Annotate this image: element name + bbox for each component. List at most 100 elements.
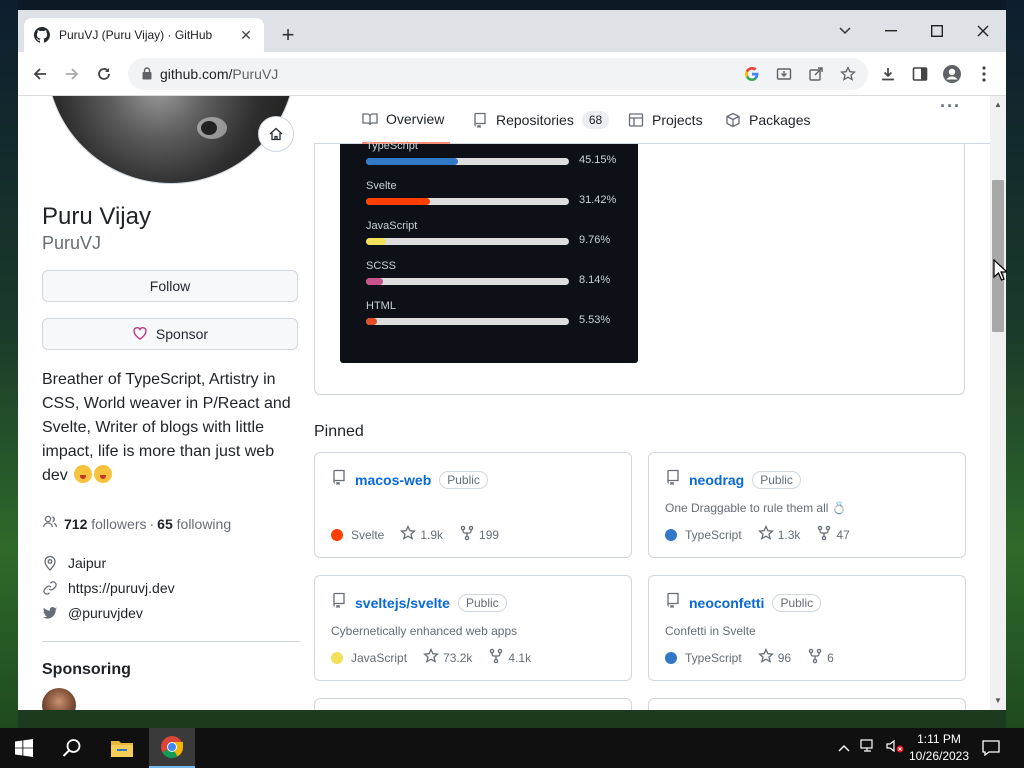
scroll-down-arrow-icon[interactable]: ▼: [994, 696, 1002, 705]
repo-language-name: JavaScript: [351, 650, 408, 665]
website-item[interactable]: https://puruvj.dev: [42, 580, 175, 596]
stars-count: 1.3k: [777, 527, 801, 542]
repo-stars[interactable]: 73.2k: [422, 647, 473, 667]
pinned-repo-card: neodrag Public One Draggable to rule the…: [648, 452, 966, 558]
desktop-background-right: [1006, 0, 1024, 730]
kebab-menu-icon[interactable]: [972, 62, 996, 86]
scrollbar-thumb[interactable]: [992, 180, 1004, 332]
reload-button[interactable]: [92, 62, 116, 86]
lang-bar: [366, 198, 569, 205]
taskbar-clock[interactable]: 1:11 PM 10/26/2023: [900, 731, 978, 765]
tab-overview-label: Overview: [386, 111, 445, 127]
repo-link[interactable]: sveltejs/svelte: [355, 595, 450, 611]
tab-repositories-label: Repositories: [496, 112, 574, 128]
following-link[interactable]: 65 following: [157, 516, 231, 532]
book-icon: [362, 111, 378, 127]
scroll-up-arrow-icon[interactable]: ▲: [994, 100, 1002, 109]
forks-count: 6: [827, 650, 834, 665]
repo-stars[interactable]: 96: [757, 647, 791, 667]
more-tabs-button[interactable]: ···: [940, 96, 961, 117]
back-button[interactable]: [28, 62, 52, 86]
repo-forks[interactable]: 199: [459, 525, 499, 544]
language-color-dot: [331, 651, 343, 664]
follow-button[interactable]: Follow: [42, 270, 298, 302]
location-text: Jaipur: [68, 555, 107, 571]
language-color-dot: [665, 651, 677, 664]
top-languages-card: TypeScript 45.15% Svelte 31.42% JavaScri…: [340, 140, 638, 363]
status-home-icon[interactable]: [258, 116, 294, 152]
lang-percent: 5.53%: [579, 314, 611, 326]
sponsored-user-avatar[interactable]: [42, 688, 76, 710]
search-icon[interactable]: [50, 728, 94, 768]
side-panel-icon[interactable]: [908, 62, 932, 86]
repo-language: TypeScript: [665, 528, 742, 542]
maximize-button[interactable]: [914, 16, 960, 46]
stars-count: 73.2k: [443, 650, 473, 665]
repo-stars[interactable]: 1.3k: [757, 524, 801, 544]
tab-repositories[interactable]: Repositories 68: [472, 96, 610, 144]
following-label: following: [176, 515, 232, 532]
followers-link[interactable]: 712 followers: [64, 516, 147, 532]
lang-bar-fill: [366, 158, 458, 165]
repo-language-name: TypeScript: [685, 650, 742, 665]
repo-link[interactable]: macos-web: [355, 472, 431, 488]
repo-language-name: Svelte: [351, 527, 385, 542]
close-window-button[interactable]: [960, 16, 1006, 46]
tab-search-icon[interactable]: [822, 16, 868, 46]
lock-icon: [142, 67, 152, 85]
website-link[interactable]: https://puruvj.dev: [68, 580, 175, 596]
sponsor-button[interactable]: Sponsor: [42, 318, 298, 350]
profile-avatar-icon[interactable]: [940, 62, 964, 86]
tab-strip: PuruVJ (Puru Vijay) · GitHub ✕ +: [18, 10, 1006, 52]
repo-forks[interactable]: 47: [816, 525, 850, 544]
repo-language: JavaScript: [331, 651, 407, 665]
repo-forks[interactable]: 4.1k: [488, 648, 531, 667]
repo-description: Confetti in Svelte: [665, 624, 756, 638]
repo-link[interactable]: neoconfetti: [689, 595, 764, 611]
close-tab-icon[interactable]: ✕: [238, 27, 254, 43]
package-icon: [725, 112, 741, 128]
repo-link[interactable]: neodrag: [689, 472, 744, 488]
repo-language: Svelte: [331, 528, 384, 542]
downloads-icon[interactable]: [876, 62, 900, 86]
lang-percent: 8.14%: [579, 274, 611, 286]
install-app-icon[interactable]: [774, 64, 794, 84]
lang-row: SCSS 8.14%: [366, 260, 626, 286]
browser-tab[interactable]: PuruVJ (Puru Vijay) · GitHub ✕: [24, 18, 264, 52]
network-icon[interactable]: [860, 738, 876, 758]
chrome-taskbar-icon[interactable]: [149, 728, 195, 768]
windows-start-icon[interactable]: [2, 728, 46, 768]
heart-icon: [132, 325, 148, 344]
forward-button[interactable]: [60, 62, 84, 86]
share-icon[interactable]: [806, 64, 826, 84]
google-icon[interactable]: [742, 64, 762, 84]
tab-projects[interactable]: Projects: [628, 96, 703, 144]
location-pin-icon: [42, 555, 58, 571]
repo-stars[interactable]: 1.9k: [400, 524, 443, 544]
new-tab-button[interactable]: +: [275, 23, 301, 49]
tab-packages[interactable]: Packages: [725, 96, 810, 144]
repo-forks[interactable]: 6: [807, 648, 834, 667]
lang-bar: [366, 278, 569, 285]
lang-bar: [366, 158, 569, 165]
fork-icon: [807, 648, 823, 667]
system-tray: [838, 728, 904, 768]
tab-overview[interactable]: Overview: [362, 96, 450, 144]
twitter-item[interactable]: @puruvjdev: [42, 605, 143, 621]
bookmark-star-icon[interactable]: [838, 64, 858, 84]
page-scrollbar[interactable]: ▲ ▼: [990, 96, 1006, 710]
pinned-heading: Pinned: [314, 423, 364, 440]
twitter-icon: [42, 605, 58, 621]
minimize-button[interactable]: [868, 16, 914, 46]
link-icon: [42, 580, 58, 596]
notification-icon[interactable]: [970, 728, 1012, 768]
lang-percent: 45.15%: [579, 154, 617, 166]
table-icon: [628, 112, 644, 128]
address-bar[interactable]: github.com/PuruVJ: [128, 58, 868, 90]
profile-bio: Breather of TypeScript, Artistry in CSS,…: [42, 368, 292, 488]
chevron-up-icon[interactable]: [838, 739, 850, 757]
mouse-cursor-icon: [993, 258, 1009, 286]
visibility-badge: Public: [772, 593, 822, 612]
file-explorer-icon[interactable]: [100, 728, 144, 768]
twitter-handle[interactable]: @puruvjdev: [68, 605, 143, 621]
